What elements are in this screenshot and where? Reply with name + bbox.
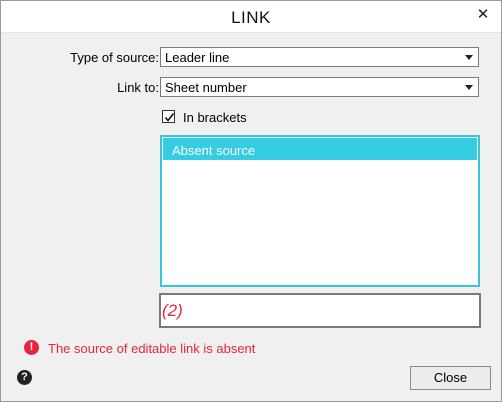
close-button[interactable]: Close	[410, 366, 491, 390]
link-to-select[interactable]: Sheet number	[160, 77, 479, 97]
help-icon[interactable]: ?	[17, 370, 32, 385]
type-of-source-value: Leader line	[165, 50, 230, 65]
chevron-down-icon	[465, 85, 473, 90]
link-to-value: Sheet number	[165, 80, 247, 95]
link-to-label: Link to:	[117, 80, 159, 95]
type-of-source-label: Type of source:	[70, 50, 159, 65]
list-item[interactable]: Absent source	[163, 138, 477, 160]
source-listbox[interactable]: Absent source	[160, 135, 480, 287]
dialog-title: LINK	[231, 8, 271, 27]
exclamation-icon: !	[24, 340, 39, 355]
title-bar: LINK ✕	[1, 1, 501, 33]
in-brackets-label: In brackets	[183, 110, 247, 125]
error-message: The source of editable link is absent	[48, 341, 256, 356]
checkmark-icon	[164, 113, 175, 122]
chevron-down-icon	[465, 55, 473, 60]
close-icon[interactable]: ✕	[475, 7, 491, 23]
type-of-source-select[interactable]: Leader line	[160, 47, 479, 67]
in-brackets-checkbox[interactable]	[162, 110, 175, 123]
link-text-field[interactable]: (2)	[159, 293, 481, 328]
link-dialog: LINK ✕ Type of source: Leader line Link …	[0, 0, 502, 402]
